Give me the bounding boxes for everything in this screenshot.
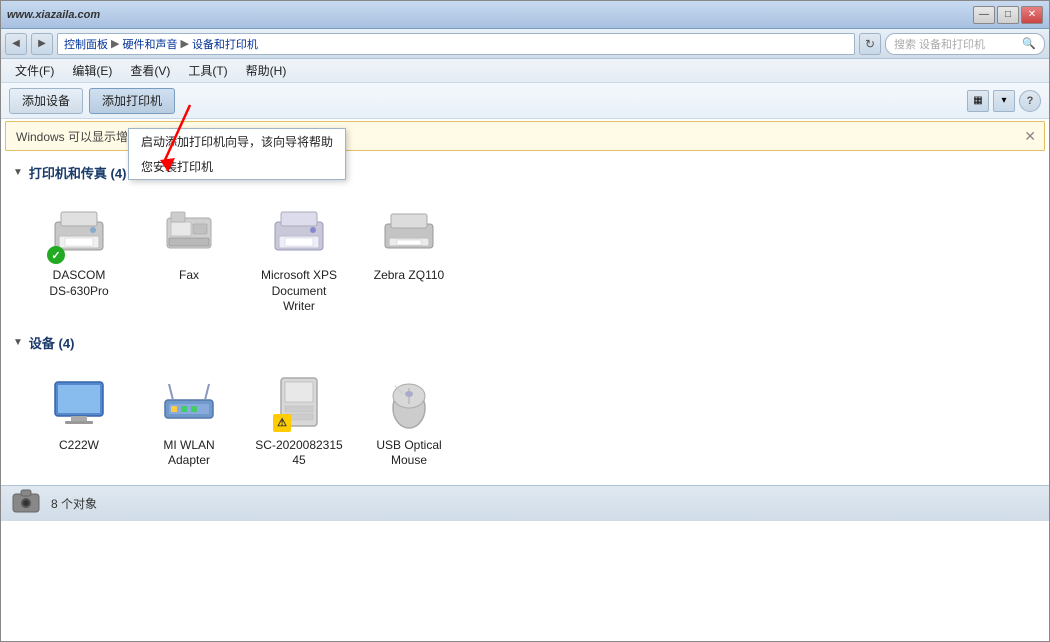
- close-button[interactable]: ✕: [1021, 6, 1043, 24]
- printer-icon-zebra: [377, 200, 441, 264]
- printer-item-zebra[interactable]: Zebra ZQ110: [359, 194, 459, 321]
- breadcrumb-sep-1: ▶: [111, 37, 119, 50]
- device-item-monitor[interactable]: C222W: [29, 364, 129, 475]
- toolbar: 添加设备 添加打印机 ▦ ▾ ?: [1, 83, 1049, 119]
- menu-help[interactable]: 帮助(H): [238, 60, 295, 81]
- device-label-mouse: USB OpticalMouse: [376, 438, 441, 469]
- printer-item-dascom[interactable]: ✓ DASCOMDS-630Pro: [29, 194, 129, 321]
- device-label-monitor: C222W: [59, 438, 99, 454]
- device-icon-storage: ⚠: [267, 370, 331, 434]
- printer-label-xps: Microsoft XPSDocumentWriter: [261, 268, 337, 315]
- breadcrumb: 控制面板 ▶ 硬件和声音 ▶ 设备和打印机: [57, 33, 855, 55]
- printer-label-dascom: DASCOMDS-630Pro: [49, 268, 108, 299]
- printer-icon-dascom: ✓: [47, 200, 111, 264]
- printer-icon-xps: [267, 200, 331, 264]
- status-object-count: 8 个对象: [51, 495, 97, 512]
- device-item-router[interactable]: MI WLANAdapter: [139, 364, 239, 475]
- device-item-storage[interactable]: ⚠ SC-202008231545: [249, 364, 349, 475]
- search-icon: 🔍: [1022, 37, 1036, 50]
- storage-warn-badge: ⚠: [273, 414, 291, 432]
- devices-section-header[interactable]: ▼ 设备 (4): [9, 327, 1041, 358]
- search-placeholder: 搜索 设备和打印机: [894, 36, 985, 52]
- title-bar-left: www.xiazaila.com: [7, 9, 100, 21]
- tooltip-menu: 启动添加打印机向导，该向导将帮助 您安装打印机: [128, 128, 346, 180]
- devices-section-arrow: ▼: [13, 337, 23, 348]
- breadcrumb-item-3[interactable]: 设备和打印机: [192, 36, 258, 52]
- devices-grid: C222W MI WLANAdapter: [9, 358, 1041, 481]
- site-logo: www.xiazaila.com: [7, 9, 100, 21]
- address-bar: ◀ ▶ 控制面板 ▶ 硬件和声音 ▶ 设备和打印机 ↻ 搜索 设备和打印机 🔍: [1, 29, 1049, 59]
- breadcrumb-sep-2: ▶: [180, 37, 188, 50]
- view-dropdown-button[interactable]: ▾: [993, 90, 1015, 112]
- help-button[interactable]: ?: [1019, 90, 1041, 112]
- devices-section-title: 设备 (4): [29, 333, 75, 352]
- add-device-button[interactable]: 添加设备: [9, 88, 83, 114]
- tooltip-menu-item-1[interactable]: 启动添加打印机向导，该向导将帮助: [129, 129, 345, 154]
- forward-button[interactable]: ▶: [31, 33, 53, 55]
- printer-label-fax: Fax: [179, 268, 199, 284]
- device-item-mouse[interactable]: USB OpticalMouse: [359, 364, 459, 475]
- printers-section-title: 打印机和传真 (4): [29, 163, 127, 182]
- status-camera-icon: [11, 486, 41, 520]
- toolbar-right: ▦ ▾ ?: [967, 90, 1041, 112]
- status-bar: 8 个对象: [1, 485, 1049, 521]
- device-icon-router: [157, 370, 221, 434]
- menu-tools[interactable]: 工具(T): [180, 60, 235, 81]
- device-icon-monitor: [47, 370, 111, 434]
- menu-bar: 文件(F) 编辑(E) 查看(V) 工具(T) 帮助(H): [1, 59, 1049, 83]
- dascom-check-badge: ✓: [47, 246, 65, 264]
- main-content: ▼ 打印机和传真 (4) ✓ DASCOMDS-630Pro: [1, 153, 1049, 485]
- title-bar: www.xiazaila.com — □ ✕: [1, 1, 1049, 29]
- view-toggle-button[interactable]: ▦: [967, 90, 989, 112]
- menu-edit[interactable]: 编辑(E): [64, 60, 120, 81]
- search-bar[interactable]: 搜索 设备和打印机 🔍: [885, 33, 1045, 55]
- printer-item-xps[interactable]: Microsoft XPSDocumentWriter: [249, 194, 349, 321]
- printer-label-zebra: Zebra ZQ110: [374, 268, 444, 284]
- device-label-storage: SC-202008231545: [255, 438, 342, 469]
- device-icon-mouse: [377, 370, 441, 434]
- notification-close-button[interactable]: ✕: [1024, 128, 1036, 145]
- back-button[interactable]: ◀: [5, 33, 27, 55]
- maximize-button[interactable]: □: [997, 6, 1019, 24]
- minimize-button[interactable]: —: [973, 6, 995, 24]
- breadcrumb-item-2[interactable]: 硬件和声音: [122, 36, 177, 52]
- menu-view[interactable]: 查看(V): [122, 60, 178, 81]
- printers-grid: ✓ DASCOMDS-630Pro Fax: [9, 188, 1041, 327]
- menu-file[interactable]: 文件(F): [7, 60, 62, 81]
- printers-section-arrow: ▼: [13, 167, 23, 178]
- printer-icon-fax: [157, 200, 221, 264]
- title-bar-controls: — □ ✕: [973, 6, 1043, 24]
- refresh-button[interactable]: ↻: [859, 33, 881, 55]
- tooltip-menu-item-2[interactable]: 您安装打印机: [129, 154, 345, 179]
- device-label-router: MI WLANAdapter: [163, 438, 214, 469]
- add-printer-button[interactable]: 添加打印机: [89, 88, 175, 114]
- printer-item-fax[interactable]: Fax: [139, 194, 239, 321]
- breadcrumb-item-1[interactable]: 控制面板: [64, 36, 108, 52]
